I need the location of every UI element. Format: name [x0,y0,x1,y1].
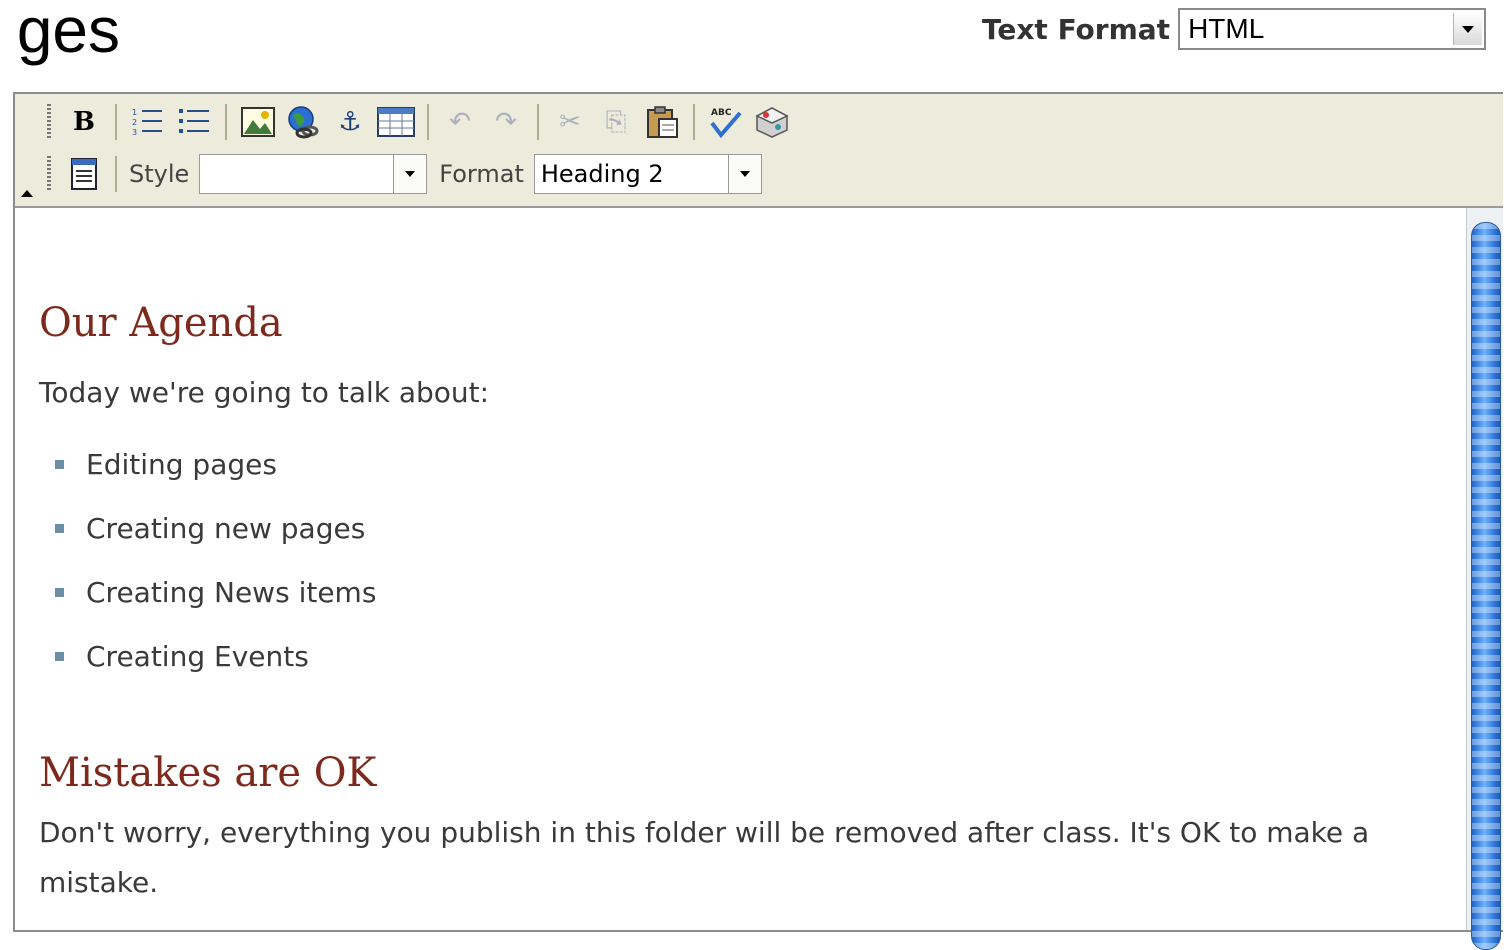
editor-content[interactable]: Our Agenda Today we're going to talk abo… [15,208,1469,930]
toolbar-separator [427,104,429,140]
toolbar-separator [537,104,539,140]
numbered-list-icon: 1 2 3 [132,108,162,137]
collapse-toolbar-icon[interactable] [21,190,33,197]
cube-icon [755,107,789,138]
bold-button[interactable]: B [65,103,103,141]
agenda-list: Editing pages Creating new pages Creatin… [55,432,376,688]
spellcheck-icon: ABC [710,108,742,139]
bullet-icon [55,587,64,597]
cut-button[interactable]: ✂ [551,103,589,141]
bulleted-list-icon [179,109,209,133]
numbered-list-button[interactable]: 1 2 3 [129,103,167,141]
heading-our-agenda: Our Agenda [39,300,283,346]
chevron-down-icon[interactable] [1453,13,1483,45]
paste-button[interactable] [643,103,681,141]
svg-text:3: 3 [132,128,137,137]
intro-paragraph: Today we're going to talk about: [39,376,490,409]
undo-button[interactable]: ↶ [441,103,479,141]
redo-icon: ↷ [495,107,517,137]
spellcheck-button[interactable]: ABC [707,103,745,141]
globe-link-icon [288,106,319,139]
heading-mistakes: Mistakes are OK [39,750,377,796]
format-select[interactable]: Heading 2 [533,154,762,194]
text-format-label: Text Format [982,12,1171,46]
source-button[interactable] [65,155,103,193]
copy-button[interactable]: ⎘ [597,103,635,141]
format-label: Format [439,160,524,188]
list-item: Editing pages [55,432,376,496]
anchor-icon: ⚓ [338,107,362,137]
toolbar-separator [115,156,117,192]
bullet-icon [55,523,64,533]
toolbar-separator [693,104,695,140]
page-heading: ges [16,0,120,66]
bold-icon: B [73,107,95,137]
svg-text:1: 1 [132,108,137,117]
bullet-icon [55,459,64,469]
toolbar-separator [225,104,227,140]
toolbar-row-2: Style Format Heading 2 [47,152,762,196]
chevron-down-icon[interactable] [727,155,761,193]
copy-icon: ⎘ [605,107,627,137]
insert-link-button[interactable] [285,103,323,141]
image-icon [241,107,275,137]
svg-text:2: 2 [132,118,137,127]
plugin-button[interactable] [753,103,791,141]
editor-toolbar: B 1 2 3 ⚓ ↶ ↷ ✂ ⎘ ABC Style Format Headi… [15,94,1503,208]
bulleted-list-button[interactable] [175,103,213,141]
bullet-icon [55,651,64,661]
style-select[interactable] [199,154,428,194]
list-item: Creating Events [55,624,376,688]
scissors-icon: ✂ [559,107,581,137]
vertical-scrollbar[interactable] [1466,208,1503,950]
redo-button[interactable]: ↷ [487,103,525,141]
clipboard-icon [647,106,678,138]
mistakes-paragraph: Don't worry, everything you publish in t… [39,816,1370,899]
chevron-down-icon[interactable] [393,155,427,193]
text-format-select[interactable]: HTML [1178,8,1487,50]
text-format-value: HTML [1188,13,1265,44]
rich-text-editor: B 1 2 3 ⚓ ↶ ↷ ✂ ⎘ ABC Style Format Headi… [13,92,1503,950]
toolbar-row-1: B 1 2 3 ⚓ ↶ ↷ ✂ ⎘ ABC [47,100,795,144]
table-icon [377,107,415,137]
format-value: Heading 2 [540,160,664,188]
style-label: Style [129,160,190,188]
text-format-control: Text Format HTML [982,6,1487,52]
toolbar-separator [115,104,117,140]
anchor-button[interactable]: ⚓ [331,103,369,141]
insert-image-button[interactable] [239,103,277,141]
svg-text:ABC: ABC [711,108,732,118]
scroll-thumb[interactable] [1471,222,1501,950]
toolbar-grip[interactable] [47,104,51,140]
toolbar-grip[interactable] [47,156,51,192]
list-item: Creating News items [55,560,376,624]
insert-table-button[interactable] [377,103,415,141]
document-icon [71,158,97,190]
list-item: Creating new pages [55,496,376,560]
undo-icon: ↶ [449,107,471,137]
